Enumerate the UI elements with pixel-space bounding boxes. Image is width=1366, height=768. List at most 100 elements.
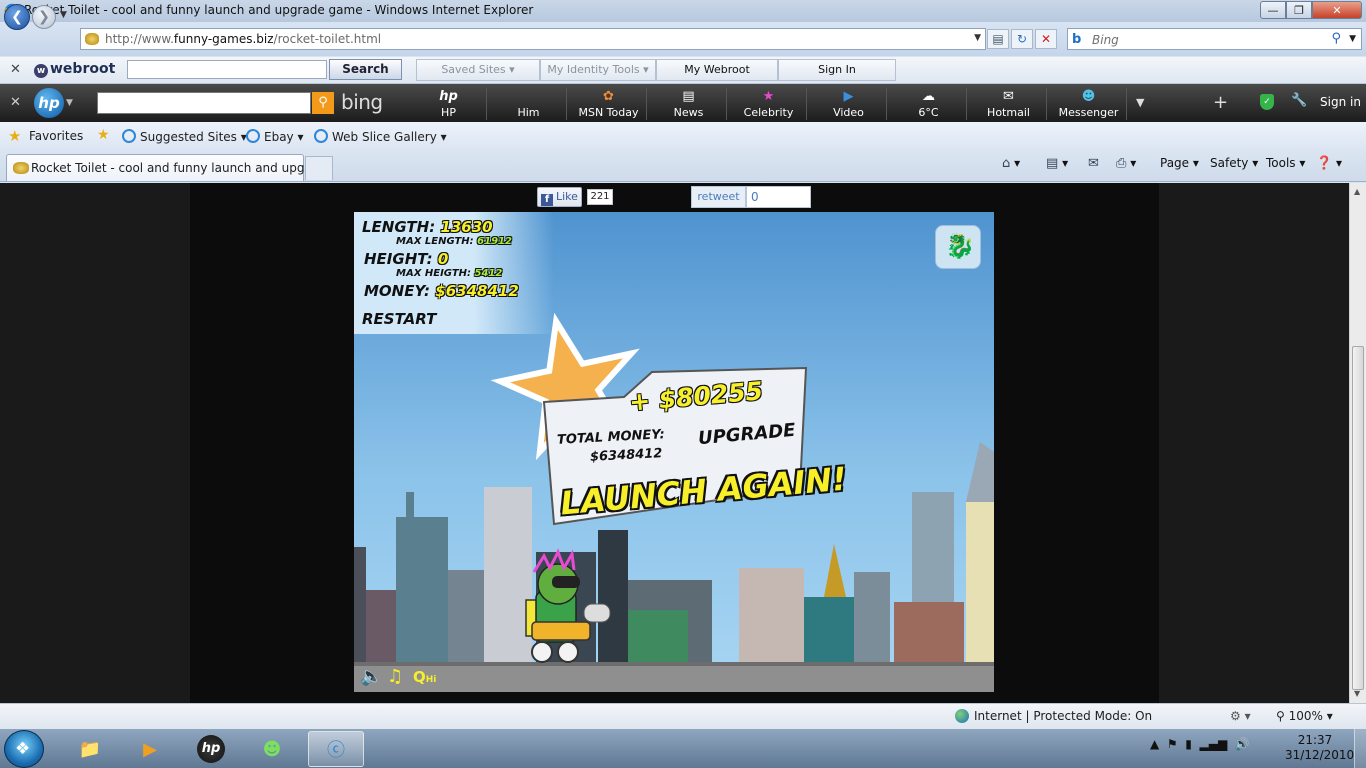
popup-settings-button[interactable]: ⚙ ▾ <box>1230 709 1251 723</box>
hp-toolbar-item-label: MSN Today <box>578 106 639 119</box>
retweet-button[interactable]: retweet <box>691 186 746 208</box>
home-button[interactable]: ⌂ ▾ <box>1002 156 1020 171</box>
building <box>966 502 994 662</box>
webroot-close-icon[interactable]: ✕ <box>10 62 21 77</box>
scroll-down-icon[interactable]: ▼ <box>1354 689 1360 698</box>
network-signal-icon[interactable]: ▂▄▆ <box>1200 737 1228 751</box>
restart-button[interactable]: RESTART <box>362 310 436 328</box>
back-arrow-icon: ❮ <box>11 9 23 25</box>
taskbar-explorer-button[interactable]: 📁 <box>62 731 118 767</box>
print-button[interactable]: ⎙ ▾ <box>1116 156 1136 171</box>
taskbar-internet-explorer-button[interactable]: ⓒ <box>308 731 364 767</box>
hp-toolbar-item-messenger[interactable]: ☻ Messenger <box>1051 88 1127 120</box>
scrollbar-thumb[interactable] <box>1352 346 1364 690</box>
forward-button[interactable]: ❯ <box>32 5 56 29</box>
security-shield-icon[interactable]: ✓ <box>1260 94 1274 110</box>
recent-pages-dropdown-icon[interactable]: ▼ <box>60 10 67 20</box>
taskbar-users-button[interactable]: ☻ <box>244 731 300 767</box>
facebook-icon: f <box>541 194 553 206</box>
vertical-scrollbar[interactable]: ▲ ▼ <box>1349 183 1366 703</box>
hp-sign-in-link[interactable]: Sign in <box>1320 95 1361 109</box>
read-mail-button[interactable]: ✉ <box>1088 156 1099 171</box>
hp-toolbar-close-icon[interactable]: ✕ <box>10 95 21 110</box>
search-options-dropdown-icon[interactable]: ▼ <box>1349 34 1356 44</box>
dragon-menu-button[interactable]: 🐉 <box>935 225 981 269</box>
saved-sites-menu[interactable]: Saved Sites ▾ <box>416 59 540 81</box>
show-hidden-icons-icon[interactable]: ▲ <box>1150 737 1159 751</box>
add-to-favorites-icon[interactable]: ★ <box>97 127 110 143</box>
action-center-flag-icon[interactable]: ⚑ <box>1167 737 1178 751</box>
facebook-like-button[interactable]: f Like <box>537 187 582 207</box>
favorites-link-suggested-sites[interactable]: Suggested Sites ▾ <box>122 129 247 144</box>
back-button[interactable]: ❮ <box>4 4 30 30</box>
tab-rocket-toilet[interactable]: Rocket Toilet - cool and funny launch an… <box>6 154 328 181</box>
bing-search-input[interactable] <box>97 92 311 114</box>
hp-toolbar-item-msn-today[interactable]: ✿ MSN Today <box>571 88 647 120</box>
maximize-button[interactable]: ❐ <box>1286 1 1312 19</box>
building <box>894 602 964 662</box>
more-links-dropdown-icon[interactable]: ▼ <box>1136 96 1144 109</box>
volume-icon[interactable]: 🔊 <box>1235 737 1250 751</box>
clock[interactable]: 21:37 31/12/2010 <box>1285 733 1354 763</box>
favorites-star-icon[interactable]: ★ <box>8 127 21 145</box>
printer-icon: ⎙ <box>1116 156 1127 171</box>
taskbar-hp-button[interactable]: hp <box>183 731 239 767</box>
hp-toolbar-item-celebrity[interactable]: ★ Celebrity <box>731 88 807 120</box>
stop-button[interactable]: ✕ <box>1035 29 1057 49</box>
him-icon <box>491 88 566 106</box>
site-favicon-icon <box>85 33 99 45</box>
new-tab-button[interactable] <box>305 156 333 180</box>
favorites-link-web-slice-gallery[interactable]: Web Slice Gallery ▾ <box>314 129 447 144</box>
favorites-link-ebay[interactable]: Ebay ▾ <box>246 129 304 144</box>
rocket-toilet-game[interactable]: LENGTH: 13630 MAX LENGTH: 61912 HEIGHT: … <box>354 212 994 692</box>
tools-menu[interactable]: Tools ▾ <box>1266 156 1305 170</box>
hp-toolbar-item-hotmail[interactable]: ✉ Hotmail <box>971 88 1047 120</box>
webroot-badge-icon: w <box>34 64 48 78</box>
webroot-search-input[interactable] <box>127 60 327 79</box>
ie-page-icon <box>122 129 136 143</box>
zoom-level-button[interactable]: ⚲ 100% ▾ <box>1276 709 1333 723</box>
feeds-button[interactable]: ▤ ▾ <box>1046 156 1068 171</box>
favorites-button[interactable]: Favorites <box>29 129 83 143</box>
hp-toolbar-item-video[interactable]: ▶ Video <box>811 88 887 120</box>
battery-icon[interactable]: ▮ <box>1185 737 1192 751</box>
start-button[interactable]: ❖ <box>4 730 44 768</box>
compatibility-view-button[interactable]: ▤ <box>987 29 1009 49</box>
hp-toolbar-item-hp[interactable]: hp HP <box>411 88 487 120</box>
webroot-sign-in-button[interactable]: Sign In <box>778 59 896 81</box>
quality-toggle-button[interactable]: QHi <box>413 668 436 686</box>
system-tray[interactable]: ▲ ⚑ ▮ ▂▄▆ 🔊 <box>1150 737 1250 751</box>
identity-tools-menu[interactable]: My Identity Tools ▾ <box>540 59 656 81</box>
safety-menu[interactable]: Safety ▾ <box>1210 156 1258 170</box>
minimize-button[interactable]: — <box>1260 1 1286 19</box>
building-spire <box>406 492 414 517</box>
music-note-icon[interactable]: ♫ <box>387 666 403 687</box>
ground-edge <box>354 662 994 666</box>
taskbar-media-player-button[interactable]: ▶ <box>122 731 178 767</box>
security-zone[interactable]: Internet | Protected Mode: On <box>955 709 1152 723</box>
speaker-icon[interactable]: 🔈 <box>360 666 382 687</box>
address-url[interactable]: http://www.funny-games.biz/rocket-toilet… <box>105 32 381 46</box>
close-icon: ✕ <box>1332 3 1342 17</box>
search-box[interactable]: b Bing ⚲ ▼ <box>1067 28 1362 50</box>
help-menu[interactable]: ❓ ▾ <box>1316 156 1342 171</box>
hp-toolbar-item-news[interactable]: ▤ News <box>651 88 727 120</box>
page-menu[interactable]: Page ▾ <box>1160 156 1199 170</box>
bing-search-button[interactable]: ⚲ <box>312 92 334 114</box>
hp-toolbar-item-him[interactable]: Him <box>491 88 567 120</box>
my-webroot-button[interactable]: My Webroot <box>656 59 778 81</box>
scroll-up-icon[interactable]: ▲ <box>1354 187 1360 196</box>
close-window-button[interactable]: ✕ <box>1312 1 1362 19</box>
hp-toolbar-item-6-c[interactable]: ☁ 6°C <box>891 88 967 120</box>
height-stat: HEIGHT: 0 <box>364 250 449 268</box>
search-icon[interactable]: ⚲ <box>1331 31 1341 46</box>
address-bar[interactable]: http://www.funny-games.biz/rocket-toilet… <box>80 28 986 50</box>
show-desktop-button[interactable] <box>1354 729 1366 768</box>
hp-logo[interactable]: hp <box>34 88 64 118</box>
hp-menu-dropdown-icon[interactable]: ▼ <box>66 98 73 108</box>
address-dropdown-icon[interactable]: ▼ <box>974 33 981 43</box>
webroot-search-button[interactable]: Search <box>329 59 402 80</box>
wrench-icon[interactable]: 🔧 <box>1291 93 1307 108</box>
refresh-button[interactable]: ↻ <box>1011 29 1033 49</box>
add-link-icon[interactable]: + <box>1213 92 1228 113</box>
